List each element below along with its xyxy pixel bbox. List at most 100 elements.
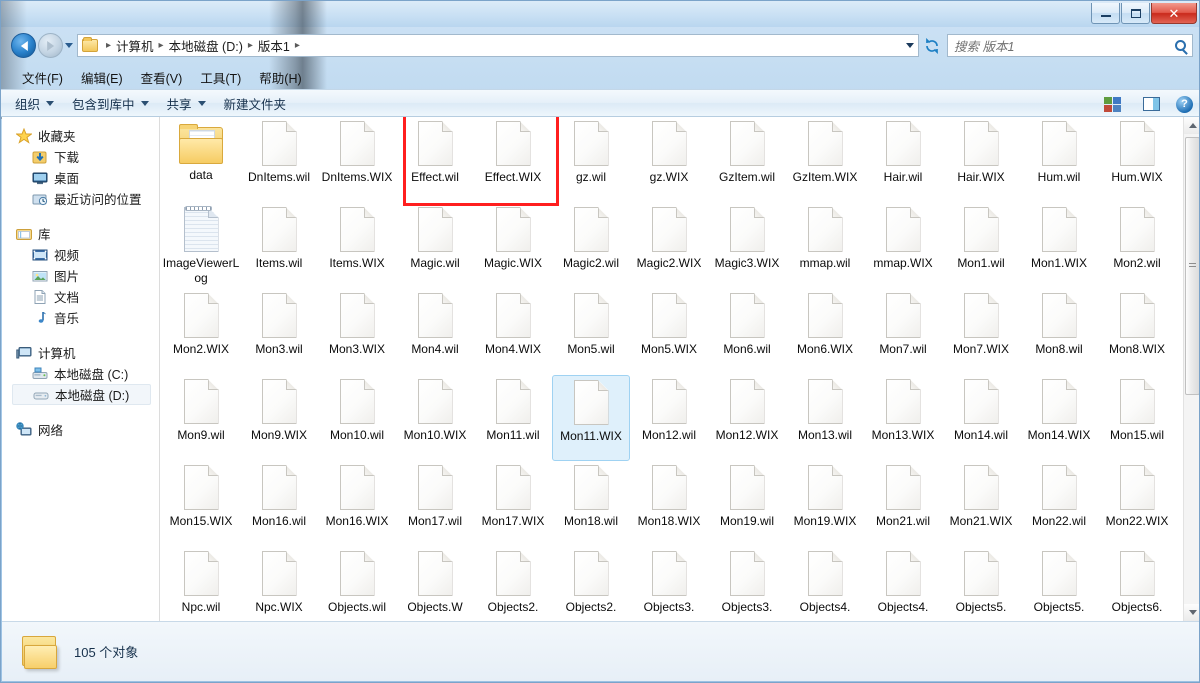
sidebar-item-drive-c[interactable]: 本地磁盘 (C:) [12, 363, 159, 384]
file-item[interactable]: Mon15.wil [1098, 375, 1176, 461]
file-item[interactable]: ImageViewerLog [162, 203, 240, 289]
organize-button[interactable]: 组织 [15, 94, 55, 113]
scrollbar-thumb[interactable] [1185, 137, 1199, 395]
forward-button[interactable] [38, 33, 63, 58]
menu-item-help[interactable]: 帮助(H) [250, 66, 310, 89]
file-item[interactable]: Items.WIX [318, 203, 396, 289]
file-item[interactable]: Mon2.WIX [162, 289, 240, 375]
back-button[interactable] [11, 33, 36, 58]
file-item[interactable]: Mon12.wil [630, 375, 708, 461]
file-item[interactable]: Mon9.WIX [240, 375, 318, 461]
file-item[interactable]: GzItem.wil [708, 117, 786, 203]
file-item[interactable]: Mon1.wil [942, 203, 1020, 289]
file-item[interactable]: Magic.WIX [474, 203, 552, 289]
file-item[interactable]: Mon13.wil [786, 375, 864, 461]
file-item[interactable]: Magic2.WIX [630, 203, 708, 289]
file-item[interactable]: Mon10.WIX [396, 375, 474, 461]
file-item[interactable]: mmap.WIX [864, 203, 942, 289]
sidebar-item-downloads[interactable]: 下载 [12, 146, 159, 167]
include-in-library-button[interactable]: 包含到库中 [72, 94, 149, 113]
file-item[interactable]: Objects4. [786, 547, 864, 621]
file-item[interactable]: Hum.wil [1020, 117, 1098, 203]
menu-item-file[interactable]: 文件(F) [13, 66, 72, 89]
file-item[interactable]: Mon6.WIX [786, 289, 864, 375]
file-item[interactable]: Objects3. [708, 547, 786, 621]
file-item[interactable]: Mon18.wil [552, 461, 630, 547]
file-item[interactable]: Mon9.wil [162, 375, 240, 461]
views-icon[interactable] [1104, 96, 1121, 112]
file-item[interactable]: Npc.WIX [240, 547, 318, 621]
file-item[interactable]: Items.wil [240, 203, 318, 289]
file-item[interactable]: Npc.wil [162, 547, 240, 621]
file-item[interactable]: Objects5. [942, 547, 1020, 621]
refresh-button[interactable] [921, 35, 943, 56]
file-item[interactable]: Magic3.WIX [708, 203, 786, 289]
file-item[interactable]: Objects2. [552, 547, 630, 621]
breadcrumb-item-folder[interactable]: 版本1 [258, 36, 290, 55]
menu-item-tools[interactable]: 工具(T) [191, 66, 250, 89]
file-item[interactable]: Mon8.wil [1020, 289, 1098, 375]
file-item[interactable]: Mon8.WIX [1098, 289, 1176, 375]
file-item[interactable]: Mon19.wil [708, 461, 786, 547]
sidebar-item-drive-d[interactable]: 本地磁盘 (D:) [12, 384, 151, 405]
preview-pane-icon[interactable] [1143, 97, 1160, 111]
file-item[interactable]: DnItems.WIX [318, 117, 396, 203]
search-icon[interactable] [1175, 40, 1186, 51]
menu-item-edit[interactable]: 编辑(E) [72, 66, 132, 89]
file-item[interactable]: Mon1.WIX [1020, 203, 1098, 289]
file-item[interactable]: gz.wil [552, 117, 630, 203]
file-item[interactable]: Mon12.WIX [708, 375, 786, 461]
maximize-button[interactable] [1121, 3, 1150, 24]
file-item[interactable]: Objects3. [630, 547, 708, 621]
file-item[interactable]: gz.WIX [630, 117, 708, 203]
search-input[interactable]: 搜索 版本1 [947, 34, 1193, 57]
file-item[interactable]: GzItem.WIX [786, 117, 864, 203]
file-list-pane[interactable]: data DnItems.wil DnItems.WIX Effect.wil Effe… [160, 117, 1199, 621]
file-item[interactable]: Mon4.WIX [474, 289, 552, 375]
menu-item-view[interactable]: 查看(V) [132, 66, 192, 89]
breadcrumb-item-computer[interactable]: 计算机 [116, 36, 154, 55]
file-item[interactable]: Objects6. [1098, 547, 1176, 621]
sidebar-group-computer[interactable]: 计算机 [12, 342, 159, 363]
minimize-button[interactable] [1091, 3, 1120, 24]
file-item[interactable]: Mon21.WIX [942, 461, 1020, 547]
file-item[interactable]: Mon10.wil [318, 375, 396, 461]
file-item[interactable]: Effect.wil [396, 117, 474, 203]
file-item[interactable]: DnItems.wil [240, 117, 318, 203]
address-dropdown-button[interactable] [901, 34, 919, 57]
file-item[interactable]: Mon13.WIX [864, 375, 942, 461]
file-item[interactable]: Mon17.WIX [474, 461, 552, 547]
close-button[interactable]: ✕ [1151, 3, 1197, 24]
file-item[interactable]: Hum.WIX [1098, 117, 1176, 203]
file-item[interactable]: Mon19.WIX [786, 461, 864, 547]
file-item[interactable]: Mon11.WIX [552, 375, 630, 461]
file-item[interactable]: Magic.wil [396, 203, 474, 289]
sidebar-item-videos[interactable]: 视频 [12, 244, 159, 265]
history-dropdown-icon[interactable] [65, 43, 73, 48]
file-item[interactable]: Mon5.wil [552, 289, 630, 375]
file-item[interactable]: Mon3.WIX [318, 289, 396, 375]
file-item[interactable]: Mon7.wil [864, 289, 942, 375]
sidebar-item-documents[interactable]: 文档 [12, 286, 159, 307]
file-item[interactable]: Effect.WIX [474, 117, 552, 203]
help-icon[interactable]: ? [1176, 95, 1193, 113]
vertical-scrollbar[interactable] [1183, 117, 1199, 621]
file-item[interactable]: Mon17.wil [396, 461, 474, 547]
share-button[interactable]: 共享 [167, 94, 206, 113]
file-item[interactable]: Mon16.wil [240, 461, 318, 547]
file-item[interactable]: Mon4.wil [396, 289, 474, 375]
file-item[interactable]: Hair.WIX [942, 117, 1020, 203]
sidebar-group-network[interactable]: 网络 [12, 419, 159, 440]
scroll-down-button[interactable] [1184, 604, 1199, 621]
file-item[interactable]: Mon15.WIX [162, 461, 240, 547]
file-item[interactable]: Mon18.WIX [630, 461, 708, 547]
file-item[interactable]: Mon11.wil [474, 375, 552, 461]
file-item[interactable]: Mon16.WIX [318, 461, 396, 547]
breadcrumb[interactable]: ▸ 计算机 ▸ 本地磁盘 (D:) ▸ 版本1 ▸ [77, 34, 917, 57]
file-item[interactable]: Mon14.WIX [1020, 375, 1098, 461]
file-item[interactable]: Mon5.WIX [630, 289, 708, 375]
file-item[interactable]: Objects.W [396, 547, 474, 621]
file-item[interactable]: Mon3.wil [240, 289, 318, 375]
file-item[interactable]: Objects.wil [318, 547, 396, 621]
sidebar-group-libraries[interactable]: 库 [12, 223, 159, 244]
